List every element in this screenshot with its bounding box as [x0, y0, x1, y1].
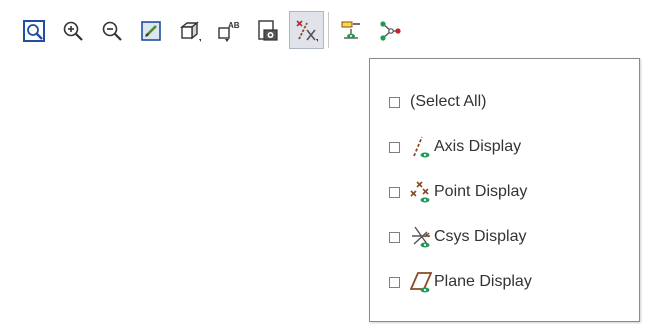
csys-display-icon	[412, 226, 430, 248]
view-cube-icon	[180, 21, 201, 42]
menu-item-label: Csys Display	[434, 228, 527, 245]
menu-item-csys-display[interactable]: Csys Display	[370, 218, 639, 256]
snapshot-icon	[258, 20, 278, 41]
point-display-checkbox[interactable]	[389, 186, 400, 198]
annotation-display-button[interactable]: AB	[211, 11, 246, 49]
menu-item-select-all[interactable]: (Select All)	[370, 83, 639, 121]
datum-plane-tag-icon	[341, 21, 360, 39]
csys-display-checkbox[interactable]	[389, 231, 400, 243]
axis-display-checkbox[interactable]	[389, 141, 400, 153]
network-display-button[interactable]	[372, 11, 407, 49]
point-display-icon	[410, 181, 430, 203]
graphics-toolbar: AB	[16, 8, 411, 52]
zoom-fit-button[interactable]	[16, 11, 51, 49]
select-all-checkbox[interactable]	[389, 96, 400, 108]
datum-display-button[interactable]	[289, 11, 324, 49]
network-display-icon	[380, 21, 401, 41]
zoom-fit-icon	[23, 20, 45, 42]
menu-item-label: Point Display	[434, 183, 528, 200]
menu-item-point-display[interactable]: Point Display	[370, 173, 639, 211]
saved-orientations-button[interactable]	[172, 11, 207, 49]
zoom-out-icon	[102, 21, 122, 41]
zoom-in-icon	[63, 21, 83, 41]
datum-display-icon	[296, 20, 318, 42]
toolbar-separator	[328, 12, 329, 48]
zoom-in-button[interactable]	[55, 11, 90, 49]
menu-item-label: Axis Display	[434, 138, 522, 155]
zoom-out-button[interactable]	[94, 11, 129, 49]
plane-display-checkbox[interactable]	[389, 276, 400, 288]
menu-item-label: Plane Display	[434, 273, 532, 290]
menu-item-axis-display[interactable]: Axis Display	[370, 128, 639, 166]
plane-display-icon	[410, 272, 432, 293]
plane-tag-display-button[interactable]	[333, 11, 368, 49]
axis-display-icon	[413, 136, 430, 158]
repaint-button[interactable]	[133, 11, 168, 49]
snapshot-button[interactable]	[250, 11, 285, 49]
svg-text:AB: AB	[228, 21, 240, 30]
menu-item-label: (Select All)	[410, 93, 487, 110]
datum-display-menu: (Select All) Axis Display Point Display	[369, 58, 640, 322]
menu-item-plane-display[interactable]: Plane Display	[370, 263, 639, 301]
repaint-icon	[141, 21, 161, 41]
annotation-display-icon: AB	[218, 21, 240, 42]
